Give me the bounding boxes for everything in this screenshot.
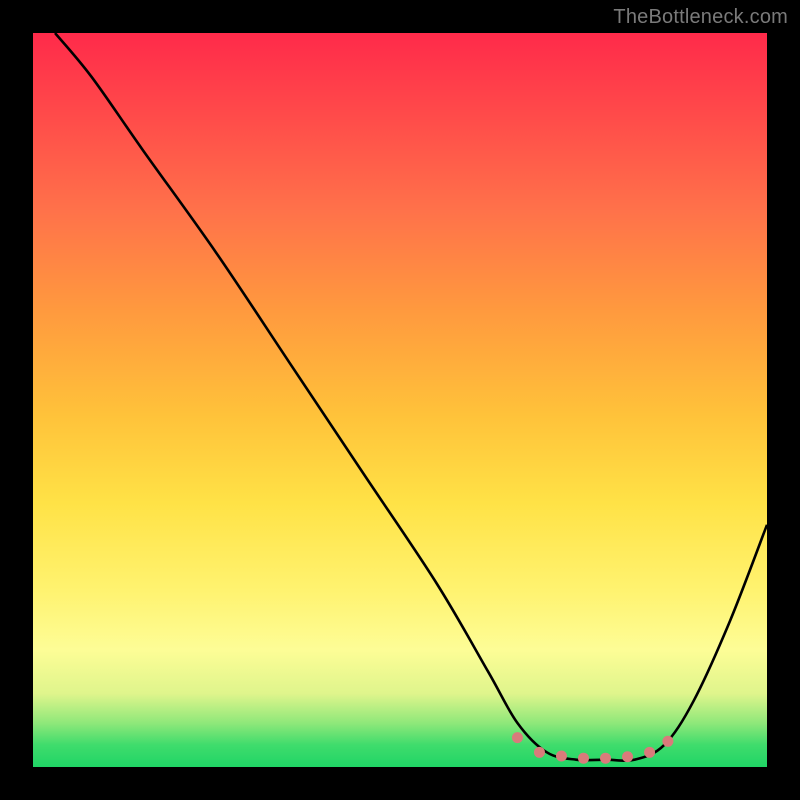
trough-dot — [662, 736, 673, 747]
trough-dot — [644, 747, 655, 758]
trough-dot — [556, 750, 567, 761]
trough-dot — [578, 753, 589, 764]
main-curve — [55, 33, 767, 761]
trough-dot — [622, 751, 633, 762]
curve-svg — [33, 33, 767, 767]
chart-container: TheBottleneck.com — [0, 0, 800, 800]
plot-area — [33, 33, 767, 767]
trough-dot — [512, 732, 523, 743]
watermark-text: TheBottleneck.com — [613, 6, 788, 29]
trough-dot — [534, 747, 545, 758]
trough-dot — [600, 753, 611, 764]
